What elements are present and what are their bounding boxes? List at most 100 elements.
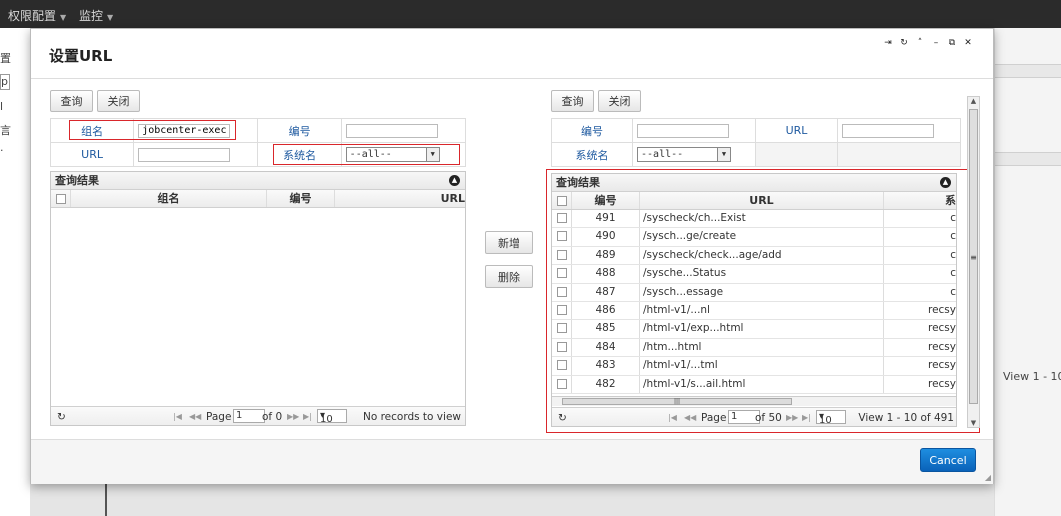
page-size-select[interactable]: 10 ▾ bbox=[317, 409, 347, 425]
dialog-title: 设置URL bbox=[49, 47, 113, 65]
table-row[interactable]: 489/syscheck/check...age/add c bbox=[552, 246, 956, 266]
cell-system: recsy bbox=[927, 359, 956, 372]
row-checkbox[interactable] bbox=[556, 213, 567, 223]
app-topbar: 权限配置 ▼ 监控 ▼ bbox=[0, 0, 1061, 28]
right-close-button[interactable]: 关闭 bbox=[598, 90, 641, 112]
column-header[interactable]: 编号 bbox=[267, 190, 335, 207]
url-input[interactable] bbox=[841, 123, 934, 138]
row-checkbox[interactable] bbox=[556, 341, 567, 352]
refresh-icon[interactable]: ↻ bbox=[57, 411, 66, 423]
restore-icon[interactable]: ⧉ bbox=[947, 38, 957, 48]
row-checkbox[interactable] bbox=[556, 268, 567, 279]
table-row[interactable]: 482/html-v1/s...ail.html recsy bbox=[552, 375, 956, 394]
row-checkbox[interactable] bbox=[556, 323, 567, 334]
table-row[interactable]: 491/syscheck/ch...Exist c bbox=[552, 210, 956, 229]
records-status: No records to view bbox=[362, 411, 461, 423]
cell-url: /syscheck/ch...Exist bbox=[640, 210, 884, 228]
minimize-icon[interactable]: – bbox=[931, 38, 941, 48]
column-header[interactable]: URL bbox=[640, 192, 884, 209]
bg-divider bbox=[105, 484, 107, 516]
collapse-icon[interactable]: ▲ bbox=[449, 175, 460, 186]
cell-url: /html-v1/...tml bbox=[640, 357, 884, 375]
form-spacer bbox=[755, 142, 838, 167]
menu-monitor[interactable]: 监控 ▼ bbox=[79, 7, 113, 24]
pin-icon[interactable]: ⇥ bbox=[883, 38, 893, 48]
cell-id: 487 bbox=[572, 283, 640, 301]
number-label: 编号 bbox=[550, 118, 634, 143]
scroll-up-icon[interactable]: ▲ bbox=[968, 97, 979, 105]
next-page-icon[interactable]: ▶▶ bbox=[287, 412, 299, 421]
delete-button[interactable]: 删除 bbox=[485, 265, 533, 288]
prev-page-icon[interactable]: ◀◀ bbox=[189, 412, 201, 421]
grid-caption: 查询结果 ▲ bbox=[51, 172, 465, 190]
column-header[interactable]: 组名 bbox=[71, 190, 267, 207]
right-pager: ↻ |◀ ◀◀ Page 1 of 50 ▶▶ ▶| 10 ▾ View 1 -… bbox=[552, 407, 956, 426]
system-label: 系统名 bbox=[550, 142, 634, 167]
chevron-down-icon[interactable]: ▼ bbox=[717, 148, 731, 161]
menu-permission-config[interactable]: 权限配置 ▼ bbox=[8, 7, 66, 24]
background-sidebar: 置 p l 言 · bbox=[0, 28, 30, 516]
system-select[interactable]: --all-- ▼ bbox=[345, 147, 440, 162]
scroll-down-icon[interactable]: ▼ bbox=[968, 419, 979, 427]
collapse-icon[interactable]: ▲ bbox=[940, 177, 951, 188]
select-all-checkbox[interactable] bbox=[556, 196, 567, 206]
cancel-button[interactable]: Cancel bbox=[920, 448, 976, 472]
page-size-select[interactable]: 10 ▾ bbox=[816, 410, 846, 426]
dialog-vertical-scrollbar[interactable]: ▲ ≡ ▼ bbox=[967, 96, 980, 428]
last-page-icon[interactable]: ▶| bbox=[802, 413, 811, 422]
column-header[interactable]: 编号 bbox=[572, 192, 640, 209]
column-header[interactable]: URL bbox=[335, 190, 465, 207]
prev-page-icon[interactable]: ◀◀ bbox=[684, 413, 696, 422]
system-select[interactable]: --all-- ▼ bbox=[637, 147, 732, 162]
scroll-thumb[interactable]: ≡ bbox=[969, 109, 978, 404]
refresh-icon[interactable]: ↻ bbox=[558, 412, 567, 424]
next-page-icon[interactable]: ▶▶ bbox=[786, 413, 798, 422]
collapse-icon[interactable]: ˄ bbox=[915, 38, 925, 48]
number-input[interactable] bbox=[345, 123, 438, 138]
bg-fragment: 置 bbox=[0, 52, 11, 65]
right-query-button[interactable]: 查询 bbox=[551, 90, 594, 112]
left-close-button[interactable]: 关闭 bbox=[97, 90, 140, 112]
row-checkbox[interactable] bbox=[556, 249, 567, 260]
add-button[interactable]: 新增 bbox=[485, 231, 533, 254]
table-row[interactable]: 488/sysche...Status c bbox=[552, 265, 956, 284]
first-page-icon[interactable]: |◀ bbox=[668, 413, 677, 422]
number-input[interactable] bbox=[637, 123, 730, 138]
close-icon[interactable]: ✕ bbox=[963, 38, 973, 48]
first-page-icon[interactable]: |◀ bbox=[173, 412, 182, 421]
row-checkbox[interactable] bbox=[556, 360, 567, 371]
url-input[interactable] bbox=[138, 147, 231, 162]
scroll-thumb[interactable]: ||| bbox=[562, 398, 792, 405]
resize-grip-icon[interactable]: ◢ bbox=[985, 473, 991, 482]
row-checkbox[interactable] bbox=[556, 286, 567, 297]
bg-fragment: 言 bbox=[0, 124, 11, 137]
cell-system: recsy bbox=[927, 303, 956, 316]
chevron-down-icon[interactable]: ▼ bbox=[425, 148, 439, 161]
table-row[interactable]: 486/html-v1/...nl recsy bbox=[552, 301, 956, 321]
table-row[interactable]: 490/sysch...ge/create c bbox=[552, 228, 956, 247]
background-content: View 1 - 10 of bbox=[994, 28, 1061, 516]
group-input[interactable] bbox=[138, 123, 231, 138]
select-all-checkbox[interactable] bbox=[55, 194, 66, 204]
page-input[interactable]: 1 bbox=[233, 409, 265, 423]
horizontal-scrollbar[interactable]: ||| bbox=[552, 396, 956, 406]
cell-system: c bbox=[950, 285, 956, 298]
cell-system: c bbox=[950, 212, 956, 224]
page-label: Page bbox=[701, 412, 727, 424]
column-header[interactable]: 系 bbox=[884, 192, 956, 209]
right-search-form: 编号 URL 系统名 --all-- ▼ bbox=[550, 118, 962, 167]
grid-header: 组名 编号 URL bbox=[51, 190, 465, 208]
row-checkbox[interactable] bbox=[556, 304, 567, 315]
table-row[interactable]: 487/sysch...essage c bbox=[552, 283, 956, 302]
bg-fragment: l bbox=[0, 100, 4, 113]
row-checkbox[interactable] bbox=[556, 231, 567, 242]
left-query-button[interactable]: 查询 bbox=[50, 90, 93, 112]
table-row[interactable]: 484/htm...html recsy bbox=[552, 338, 956, 358]
last-page-icon[interactable]: ▶| bbox=[303, 412, 312, 421]
refresh-icon[interactable]: ↻ bbox=[899, 38, 909, 48]
table-row[interactable]: 485/html-v1/exp...html recsy bbox=[552, 320, 956, 339]
table-row[interactable]: 483/html-v1/...tml recsy bbox=[552, 357, 956, 376]
cell-id: 486 bbox=[572, 301, 640, 320]
cell-system: c bbox=[950, 267, 956, 280]
row-checkbox[interactable] bbox=[556, 378, 567, 389]
